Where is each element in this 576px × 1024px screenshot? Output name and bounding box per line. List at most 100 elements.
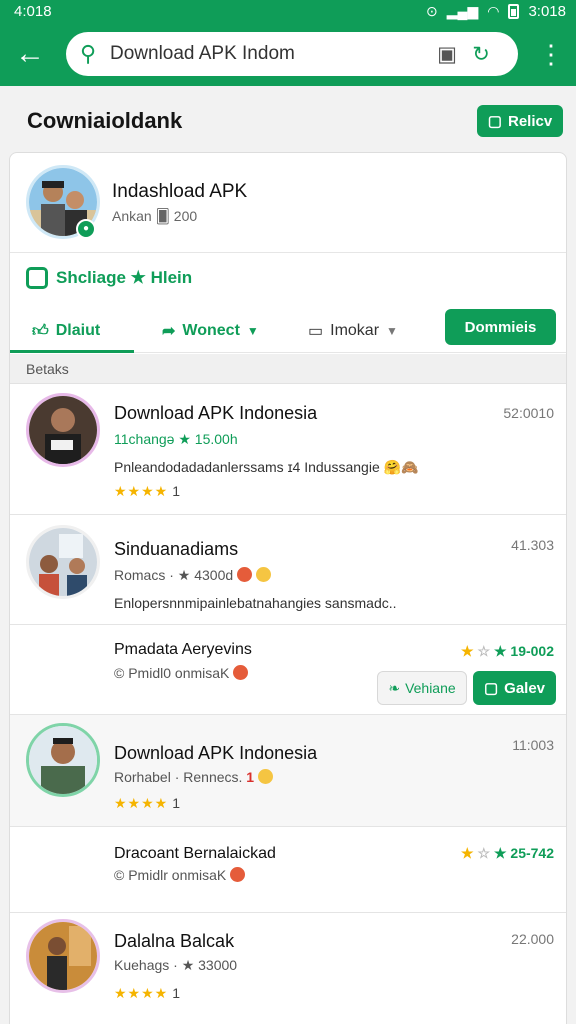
view-button-label: Vehiane (405, 680, 456, 696)
more-options-icon[interactable]: ⋮ (538, 40, 564, 68)
reply-rating: ★ ☆ ★ 25-742 (461, 845, 554, 861)
item-subtitle: 11changə ★ 15.00h (114, 431, 238, 447)
chevron-down-icon: ▼ (246, 324, 259, 338)
search-bar[interactable]: ⚲ ▣ ↻ (66, 32, 518, 76)
list-item[interactable]: Dalalna Balcak Kuehags · ★ 33000 ★★★★ 1 2… (10, 913, 566, 1024)
item-subtitle: Kuehags · ★ 33000 (114, 957, 238, 973)
view-button[interactable]: ❧ Vehiane (377, 671, 467, 705)
list-item[interactable]: Download APK Indonesia Rorhabel · Rennec… (10, 715, 566, 827)
rating-stars: ★★★★ 1 (114, 795, 180, 812)
share-icon: ➦ (162, 323, 176, 340)
reply-subtitle: © Pmidlr onmisaK (114, 867, 246, 883)
refresh-search-icon[interactable]: ↻ (464, 42, 498, 67)
reply-action-label: Galev (504, 679, 546, 697)
stars-glyphs: ★★★★ (114, 483, 169, 499)
location-icon: ⊙ (426, 2, 438, 19)
battery-icon (508, 3, 520, 19)
stars-glyphs: ★★★★ (114, 985, 169, 1001)
star-outline-icon: ☆ (477, 643, 491, 659)
search-icon: ⚲ (80, 41, 97, 66)
tab-comment-label: Imokar (330, 322, 380, 339)
item-subtitle: Romacs · ★ 4300d (114, 567, 271, 584)
item-time: 22.000 (511, 931, 554, 947)
stars-glyphs: ★★★★ (114, 795, 169, 811)
tab-like-label: Dlaiut (55, 322, 101, 339)
item-avatar (26, 525, 100, 599)
wifi-icon: ◠ (487, 2, 500, 19)
rating-count: 1 (172, 795, 180, 811)
angry-emoji-icon (237, 567, 253, 582)
chevron-down-icon: ▼ (386, 324, 398, 338)
verified-badge-icon: ● (76, 219, 96, 239)
search-input[interactable] (110, 43, 430, 65)
star-icon: ★ (461, 845, 474, 861)
section-header: Betaks (10, 354, 566, 384)
item-subtitle-number: 1 (246, 769, 255, 785)
downloads-label: Dommieis (464, 318, 537, 336)
item-avatar (26, 723, 100, 797)
status-time: 4:018 (14, 2, 52, 20)
leaf-icon: ❧ (388, 679, 401, 696)
item-subtitle-text: Romacs · ★ 4300d (114, 567, 234, 583)
active-tab-indicator (10, 350, 134, 353)
item-time: 52:0010 (503, 405, 554, 421)
bookmark-icon[interactable]: ▣ (430, 42, 464, 67)
tab-like[interactable]: 👍︎ Dlaiut (32, 309, 100, 353)
reply-rating-value: 25-742 (510, 845, 554, 861)
rating-count: 1 (172, 483, 180, 499)
page-title: Cowniaioldank (27, 108, 183, 133)
star-outline-icon: ☆ (477, 845, 491, 861)
profile-meta: Ankan 🂠 200 (112, 208, 198, 224)
list-item[interactable]: Sinduanadiams Romacs · ★ 4300d Enlopersn… (10, 515, 566, 625)
rating-stars: ★★★★ 1 (114, 483, 180, 500)
refresh-label: Relicv (507, 112, 553, 130)
reply-row[interactable]: Dracoant Bernalaickad © Pmidlr onmisaK ★… (10, 827, 566, 913)
list-item[interactable]: Download APK Indonesia 11changə ★ 15.00h… (10, 385, 566, 515)
item-avatar (26, 919, 100, 993)
rating-count: 1 (172, 985, 180, 1001)
tab-share-label: Wonect (182, 322, 240, 339)
item-subtitle-text: Rorhabel · Rennecs. (114, 769, 243, 785)
laugh-emoji-icon (257, 769, 273, 784)
comment-icon: ▭ (308, 323, 324, 340)
reply-subtitle-text: Pmidl0 onmisaK (128, 665, 230, 681)
reply-rating: ★ ☆ ★ 19-002 (461, 643, 554, 659)
item-title: Download APK Indonesia (114, 743, 318, 763)
tagline-text: Shcliage ★ Hlein (56, 268, 193, 287)
arrow-left-icon: ← (15, 37, 45, 70)
refresh-button[interactable]: ▢ Relicv (477, 105, 563, 137)
status-bar: 4:018 ⊙ ▂▄▆ ◠ 3:018 (0, 0, 576, 22)
reply-action-button[interactable]: ▢ Galev (473, 671, 556, 705)
item-time: 11:003 (512, 737, 554, 753)
smile-emoji-icon (255, 567, 271, 582)
downloads-button[interactable]: Dommieis (445, 309, 556, 345)
item-title: Download APK Indonesia (114, 403, 318, 423)
item-time: 41.303 (511, 537, 554, 553)
profile-name: Indashload APK (112, 181, 248, 202)
reply-row[interactable]: Pmadata Aeryevins © Pmidl0 onmisaK ★ ☆ ★… (10, 625, 566, 715)
angry-emoji-icon (233, 665, 249, 680)
chat-icon (26, 267, 48, 289)
reply-title: Pmadata Aeryevins (114, 641, 252, 658)
tab-comment[interactable]: ▭ Imokar ▼ (308, 309, 398, 353)
profile-tagline[interactable]: Shcliage ★ Hlein (26, 267, 192, 289)
thumbs-up-icon: 👍︎ (32, 322, 49, 340)
reply-subtitle: © Pmidl0 onmisaK (114, 665, 249, 681)
reply-subtitle-text: Pmidlr onmisaK (128, 867, 227, 883)
item-title: Dalalna Balcak (114, 931, 235, 951)
reply-rating-value: 19-002 (510, 643, 554, 659)
reply-icon: ▢ (483, 680, 499, 697)
item-subtitle: Rorhabel · Rennecs. 1 (114, 769, 273, 785)
angry-emoji-icon (230, 867, 246, 882)
back-button[interactable]: ← (0, 22, 60, 86)
rating-stars: ★★★★ 1 (114, 985, 180, 1002)
star-icon: ★ (461, 643, 474, 659)
signal-icon: ▂▄▆ (446, 2, 479, 19)
tab-share[interactable]: ➦ Wonect ▼ (162, 309, 259, 353)
item-description: Pnleandodadadanlerssams ɪ4 Indussangie 🤗… (114, 459, 419, 475)
status-clock-right: 3:018 (528, 2, 566, 20)
reply-title: Dracoant Bernalaickad (114, 845, 276, 862)
copy-icon: ▢ (487, 113, 502, 130)
main-card: ● Indashload APK Ankan 🂠 200 Shcliage ★ … (9, 152, 567, 1024)
app-bar: ← ⚲ ▣ ↻ ⋮ (0, 22, 576, 86)
